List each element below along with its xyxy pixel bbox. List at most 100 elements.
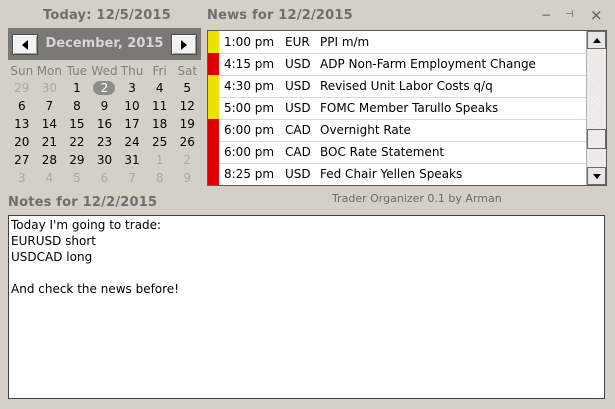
calendar-day[interactable]: 22 xyxy=(63,133,91,151)
calendar-day[interactable]: 18 xyxy=(146,115,174,133)
scroll-up-button[interactable] xyxy=(587,31,606,49)
calendar-day-number: 9 xyxy=(183,171,192,185)
news-scrollbar[interactable] xyxy=(586,31,606,185)
calendar-day[interactable]: 16 xyxy=(91,115,119,133)
calendar-day-number: 12 xyxy=(179,99,195,113)
news-row[interactable]: 6:00 pm CAD BOC Rate Statement xyxy=(208,141,586,164)
calendar-day[interactable]: 14 xyxy=(36,115,64,133)
calendar-day-number: 11 xyxy=(151,99,168,113)
calendar-day-number: 9 xyxy=(100,99,109,113)
calendar-day-number: 22 xyxy=(69,135,85,149)
calendar-day-number: 29 xyxy=(69,153,85,167)
calendar-day-number: 29 xyxy=(14,81,30,95)
calendar-day[interactable]: 1 xyxy=(63,79,91,97)
calendar-day[interactable]: 5 xyxy=(63,169,91,187)
calendar-day[interactable]: 24 xyxy=(118,133,146,151)
news-event-title: Revised Unit Labor Costs q/q xyxy=(320,79,493,93)
calendar-day-number: 20 xyxy=(14,135,30,149)
calendar-day-selected[interactable]: 2 xyxy=(91,79,119,97)
calendar-day[interactable]: 30 xyxy=(36,79,64,97)
next-month-button[interactable] xyxy=(171,34,197,55)
calendar-day-number: 5 xyxy=(183,81,192,95)
calendar-day[interactable]: 3 xyxy=(118,79,146,97)
calendar-day[interactable]: 7 xyxy=(36,97,64,115)
calendar-day[interactable]: 3 xyxy=(8,169,36,187)
calendar-day[interactable]: 23 xyxy=(91,133,119,151)
news-row[interactable]: 4:15 pm USD ADP Non-Farm Employment Change xyxy=(208,53,586,76)
calendar-day-number: 5 xyxy=(73,171,81,185)
calendar-day[interactable]: 7 xyxy=(118,169,146,187)
calendar-day-number: 23 xyxy=(96,135,113,149)
calendar-day[interactable]: 27 xyxy=(8,151,36,169)
calendar-day[interactable]: 17 xyxy=(118,115,146,133)
prev-month-button[interactable] xyxy=(12,34,38,55)
calendar-day-number: 27 xyxy=(14,153,30,167)
news-row[interactable]: 5:00 pm USD FOMC Member Tarullo Speaks xyxy=(208,97,586,120)
calendar-day[interactable]: 31 xyxy=(118,151,146,169)
news-row[interactable]: 1:00 pm EUR PPI m/m xyxy=(208,31,586,54)
news-title: News for 12/2/2015 xyxy=(207,8,353,23)
news-row[interactable]: 8:25 pm USD Fed Chair Yellen Speaks xyxy=(208,163,586,185)
calendar-day[interactable]: 8 xyxy=(63,97,91,115)
news-time: 4:15 pm xyxy=(224,57,275,71)
chevron-right-icon xyxy=(181,39,187,50)
calendar-day[interactable]: 19 xyxy=(173,115,201,133)
news-time: 5:00 pm xyxy=(224,101,275,115)
calendar-day[interactable]: 5 xyxy=(173,79,201,97)
calendar-day-number: 24 xyxy=(124,135,140,149)
calendar-day[interactable]: 29 xyxy=(63,151,91,169)
calendar-day[interactable]: 13 xyxy=(8,115,36,133)
calendar-day[interactable]: 2 xyxy=(173,151,201,169)
calendar-day[interactable]: 28 xyxy=(36,151,64,169)
calendar-day-number: 8 xyxy=(155,171,164,185)
calendar-day-number: 3 xyxy=(17,171,26,185)
calendar-day[interactable]: 25 xyxy=(146,133,174,151)
calendar-day[interactable]: 6 xyxy=(8,97,36,115)
weekday-label: Sun xyxy=(10,64,34,78)
news-currency: USD xyxy=(285,57,311,71)
calendar-day-number: 7 xyxy=(45,99,54,113)
news-currency: USD xyxy=(285,79,311,93)
calendar-day-number: 26 xyxy=(179,135,195,149)
minimize-icon[interactable]: − xyxy=(541,8,551,22)
calendar-day[interactable]: 26 xyxy=(173,133,201,151)
calendar-day[interactable]: 30 xyxy=(91,151,119,169)
calendar-day-number: 1 xyxy=(73,81,81,95)
calendar-day[interactable]: 12 xyxy=(173,97,201,115)
weekday-label: Thu xyxy=(120,64,144,78)
news-row[interactable]: 6:00 pm CAD Overnight Rate xyxy=(208,119,586,142)
calendar-day[interactable]: 20 xyxy=(8,133,36,151)
close-icon[interactable]: × xyxy=(590,6,603,24)
news-event-title: Overnight Rate xyxy=(320,123,411,137)
calendar-day[interactable]: 9 xyxy=(91,97,119,115)
calendar-day[interactable]: 6 xyxy=(91,169,119,187)
calendar-day-number: 21 xyxy=(41,135,57,149)
news-currency: EUR xyxy=(285,35,310,49)
calendar-day-number: 18 xyxy=(151,117,168,131)
calendar-day-number: 17 xyxy=(124,117,140,131)
scrollbar-thumb[interactable] xyxy=(587,129,606,149)
calendar-day[interactable]: 10 xyxy=(118,97,146,115)
news-event-title: Fed Chair Yellen Speaks xyxy=(320,167,463,181)
news-time: 8:25 pm xyxy=(224,167,275,181)
calendar-day[interactable]: 29 xyxy=(8,79,36,97)
arrow-up-icon xyxy=(592,37,601,43)
impact-indicator xyxy=(208,31,219,53)
calendar-day[interactable]: 4 xyxy=(146,79,174,97)
calendar-day[interactable]: 1 xyxy=(146,151,174,169)
pin-icon[interactable]: ⊣ xyxy=(565,9,574,20)
notes-textarea[interactable]: Today I'm going to trade: EURUSD short U… xyxy=(8,215,605,399)
news-row[interactable]: 4:30 pm USD Revised Unit Labor Costs q/q xyxy=(208,75,586,98)
calendar-day[interactable]: 11 xyxy=(146,97,174,115)
calendar-day[interactable]: 21 xyxy=(36,133,64,151)
calendar-day[interactable]: 4 xyxy=(36,169,64,187)
calendar-day-number: 6 xyxy=(100,171,109,185)
calendar-day[interactable]: 15 xyxy=(63,115,91,133)
calendar-day-number: 15 xyxy=(69,117,85,131)
calendar-day[interactable]: 9 xyxy=(173,169,201,187)
scroll-down-button[interactable] xyxy=(587,167,606,185)
calendar-day-number: 6 xyxy=(17,99,26,113)
calendar-day[interactable]: 8 xyxy=(146,169,174,187)
news-list: 1:00 pm EUR PPI m/m 4:15 pm USD ADP Non-Farm … xyxy=(207,30,607,186)
calendar-day-number: 7 xyxy=(128,171,136,185)
